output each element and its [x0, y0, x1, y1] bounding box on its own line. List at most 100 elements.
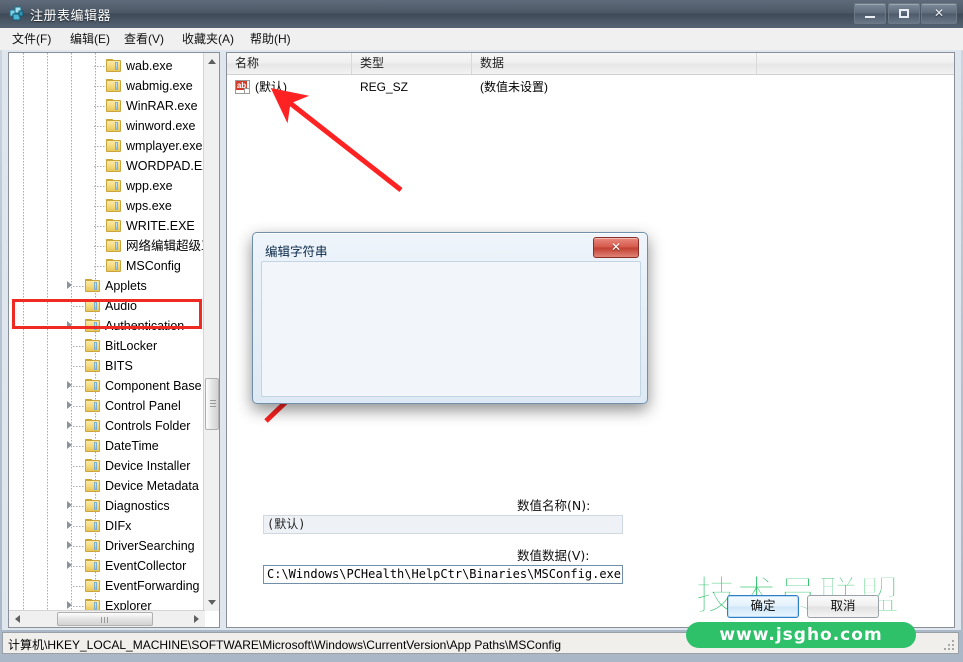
folder-icon [85, 459, 100, 472]
scroll-up-arrow-icon[interactable] [204, 53, 219, 70]
tree-connector [94, 266, 105, 267]
tree-item-label: Audio [105, 299, 137, 313]
tree-item-difx[interactable]: DIFx [9, 516, 205, 536]
registry-editor-window: 注册表编辑器 ✕ 文件(F) 编辑(E) 查看(V) 收藏夹(A) 帮助(H) … [0, 0, 963, 662]
tree-item-wpp-exe[interactable]: wpp.exe [9, 176, 205, 196]
tree-item-label: WRITE.EXE [126, 219, 195, 233]
column-header-data[interactable]: 数据 [472, 53, 757, 74]
value-name-input[interactable]: (默认) [263, 515, 623, 534]
tree-item-wps-exe[interactable]: wps.exe [9, 196, 205, 216]
tree-item-wabmig-exe[interactable]: wabmig.exe [9, 76, 205, 96]
column-header-type[interactable]: 类型 [352, 53, 472, 74]
ok-button[interactable]: 确定 [727, 595, 799, 618]
tree-item-audio[interactable]: Audio [9, 296, 205, 316]
minimize-button[interactable] [854, 3, 886, 24]
tree-connector [73, 366, 84, 367]
tree-item-component-base[interactable]: Component Base [9, 376, 205, 396]
tree-item-label: Control Panel [105, 399, 181, 413]
menu-edit[interactable]: 编辑(E) [64, 31, 116, 48]
tree-item-[interactable]: 网络编辑超级工 [9, 236, 205, 256]
tree-item-winrar-exe[interactable]: WinRAR.exe [9, 96, 205, 116]
table-row[interactable]: ab (默认) REG_SZ (数值未设置) [227, 77, 954, 97]
tree-item-controls-folder[interactable]: Controls Folder [9, 416, 205, 436]
chevron-right-icon[interactable] [66, 521, 75, 530]
folder-icon [85, 279, 100, 292]
tree-item-wab-exe[interactable]: wab.exe [9, 56, 205, 76]
dialog-body [261, 261, 641, 397]
value-data-input[interactable]: C:\Windows\PCHealth\HelpCtr\Binaries\MSC… [263, 565, 623, 584]
folder-icon [85, 419, 100, 432]
folder-icon [85, 339, 100, 352]
tree-item-applets[interactable]: Applets [9, 276, 205, 296]
tree-connector [94, 126, 105, 127]
tree-item-device-installer[interactable]: Device Installer [9, 456, 205, 476]
menu-file[interactable]: 文件(F) [6, 31, 57, 48]
tree-item-label: BITS [105, 359, 133, 373]
tree-item-label: MSConfig [126, 259, 181, 273]
tree-horizontal-scrollbar[interactable] [9, 610, 205, 627]
menu-help[interactable]: 帮助(H) [244, 31, 297, 48]
scroll-left-arrow-icon[interactable] [9, 611, 26, 627]
dialog-title: 编辑字符串 [265, 245, 328, 259]
cell-value-name: (默认) [255, 80, 287, 94]
folder-icon [106, 199, 121, 212]
scroll-down-arrow-icon[interactable] [204, 594, 219, 611]
chevron-right-icon[interactable] [66, 561, 75, 570]
tree-hscroll-thumb[interactable] [57, 612, 153, 626]
folder-icon [106, 59, 121, 72]
tree-item-diagnostics[interactable]: Diagnostics [9, 496, 205, 516]
tree-vscroll-thumb[interactable] [205, 378, 219, 430]
maximize-button[interactable] [888, 3, 920, 24]
value-data-label: 数值数据(V): [517, 548, 590, 563]
tree-item-control-panel[interactable]: Control Panel [9, 396, 205, 416]
chevron-right-icon[interactable] [66, 421, 75, 430]
registry-path-text: 计算机\HKEY_LOCAL_MACHINE\SOFTWARE\Microsof… [8, 638, 562, 652]
tree-item-datetime[interactable]: DateTime [9, 436, 205, 456]
tree-item-explorer[interactable]: Explorer [9, 596, 205, 611]
tree-item-bitlocker[interactable]: BitLocker [9, 336, 205, 356]
menu-bar: 文件(F) 编辑(E) 查看(V) 收藏夹(A) 帮助(H) [0, 28, 963, 51]
chevron-right-icon[interactable] [66, 381, 75, 390]
column-header-name[interactable]: 名称 [227, 53, 352, 74]
tree-item-device-metadata[interactable]: Device Metadata [9, 476, 205, 496]
tree-item-bits[interactable]: BITS [9, 356, 205, 376]
chevron-right-icon[interactable] [66, 401, 75, 410]
tree-item-wmplayer-exe[interactable]: wmplayer.exe [9, 136, 205, 156]
tree-item-eventforwarding[interactable]: EventForwarding [9, 576, 205, 596]
folder-icon [85, 539, 100, 552]
tree-vertical-scrollbar[interactable] [203, 53, 219, 611]
tree-connector [94, 146, 105, 147]
value-name-label: 数值名称(N): [517, 498, 591, 513]
tree-item-label: Controls Folder [105, 419, 191, 433]
tree-item-wordpad-exe[interactable]: WORDPAD.EXE [9, 156, 205, 176]
menu-favorites[interactable]: 收藏夹(A) [176, 31, 240, 48]
folder-icon [106, 179, 121, 192]
folder-icon [85, 359, 100, 372]
chevron-right-icon[interactable] [66, 441, 75, 450]
tree-connector [94, 106, 105, 107]
chevron-right-icon[interactable] [66, 281, 75, 290]
scroll-right-arrow-icon[interactable] [188, 611, 205, 627]
cancel-button[interactable]: 取消 [807, 595, 879, 618]
folder-icon [106, 219, 121, 232]
tree-item-write-exe[interactable]: WRITE.EXE [9, 216, 205, 236]
folder-icon [85, 439, 100, 452]
chevron-right-icon[interactable] [66, 541, 75, 550]
tree-item-winword-exe[interactable]: winword.exe [9, 116, 205, 136]
cell-value-type: REG_SZ [360, 80, 409, 94]
tree-item-driversearching[interactable]: DriverSearching [9, 536, 205, 556]
tree-item-msconfig[interactable]: MSConfig [9, 256, 205, 276]
chevron-right-icon[interactable] [66, 601, 75, 610]
dialog-close-button[interactable]: ✕ [593, 237, 639, 258]
registry-tree[interactable]: wab.exe wabmig.exe WinRAR.exe winword.exe wm… [9, 53, 205, 611]
chevron-right-icon[interactable] [66, 321, 75, 330]
chevron-right-icon[interactable] [66, 501, 75, 510]
tree-item-eventcollector[interactable]: EventCollector [9, 556, 205, 576]
menu-view[interactable]: 查看(V) [118, 31, 170, 48]
tree-item-label: wps.exe [126, 199, 172, 213]
tree-item-authentication[interactable]: Authentication [9, 316, 205, 336]
tree-item-label: DriverSearching [105, 539, 195, 553]
column-header-blank[interactable] [757, 53, 954, 74]
cell-value-data: (数值未设置) [480, 80, 548, 94]
close-button[interactable]: ✕ [921, 3, 957, 24]
